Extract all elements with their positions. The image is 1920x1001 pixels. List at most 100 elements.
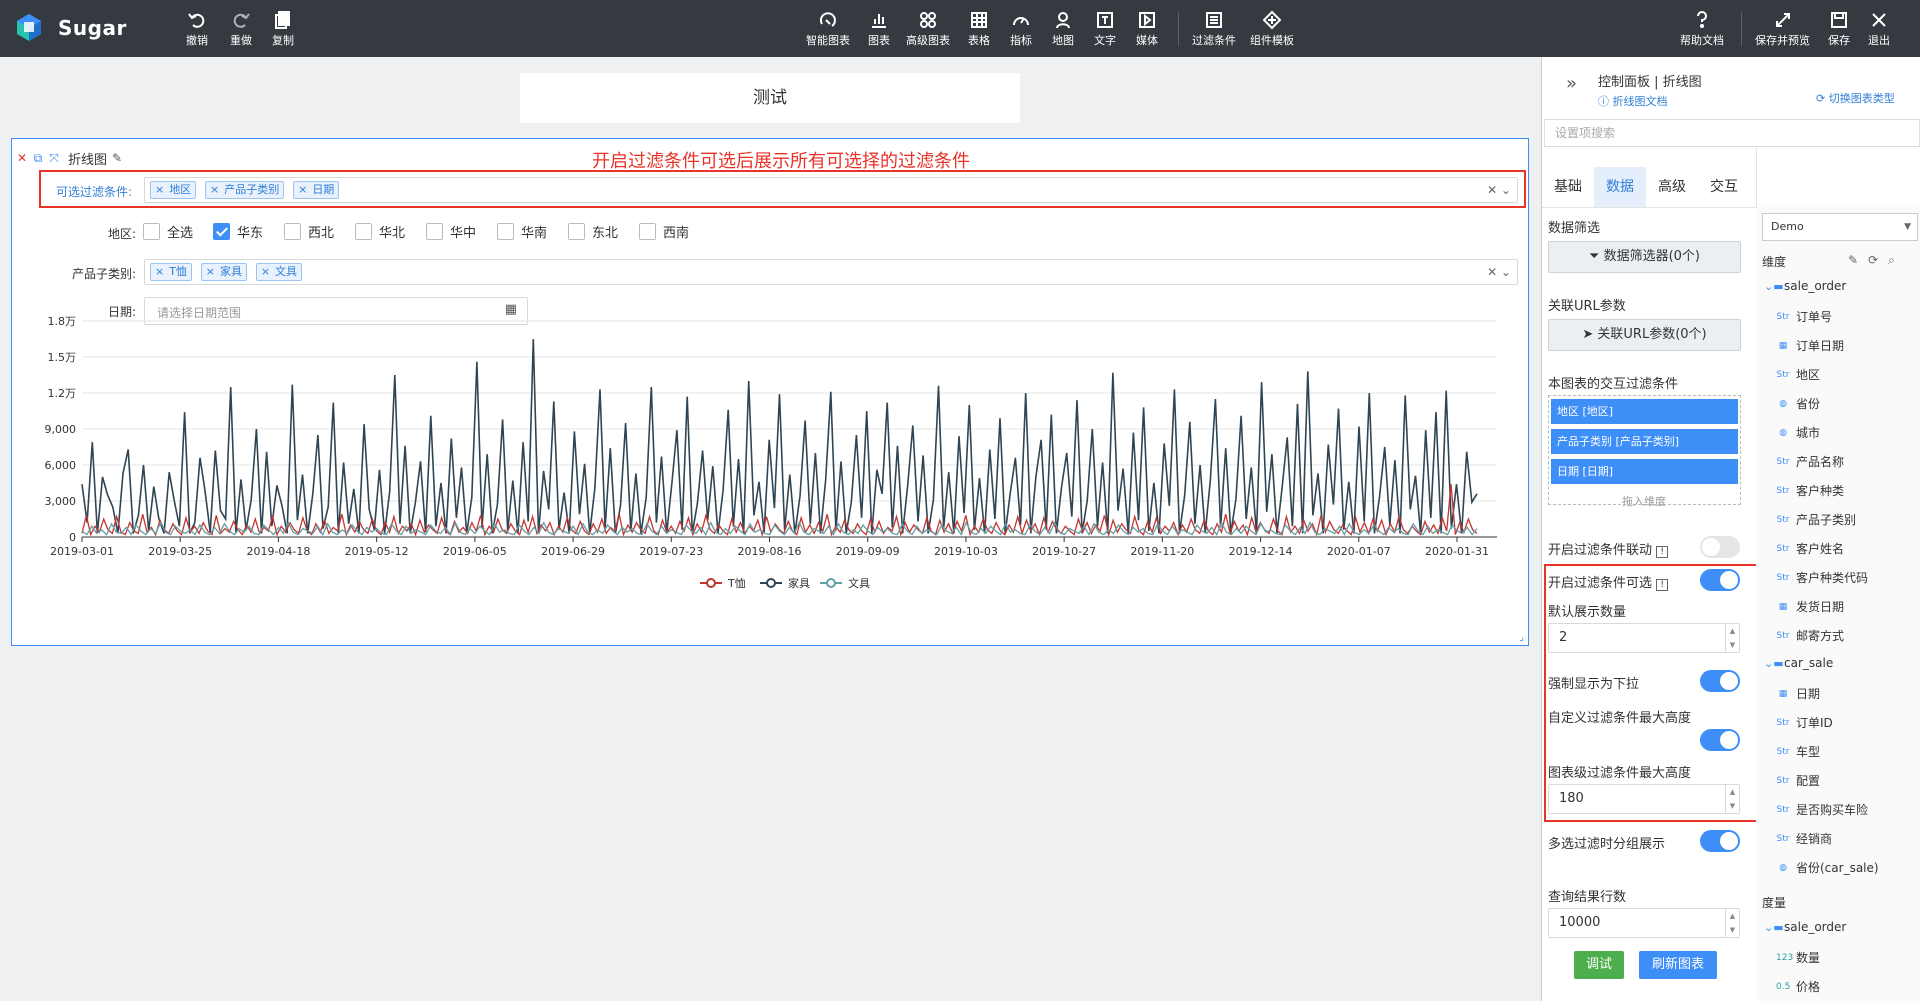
page-title[interactable]: 测试 (520, 73, 1020, 123)
settings-search-input[interactable]: 设置项搜索 (1544, 119, 1920, 147)
dataset-folder[interactable]: ⌄▬ sale_order (1764, 279, 1846, 293)
field-item[interactable]: Str 产品子类别 (1776, 511, 1857, 528)
field-item[interactable]: Str 客户姓名 (1776, 540, 1845, 557)
y-tick-label: 6,000 (45, 459, 77, 472)
edit-pencil-icon[interactable]: ✎ (111, 152, 123, 164)
fullscreen-icon[interactable]: ⤧ (48, 152, 60, 164)
dataset-folder[interactable]: ⌄▬ sale_order (1764, 920, 1846, 934)
collapse-panel-icon[interactable]: » (1566, 73, 1577, 94)
default-count-input[interactable]: 2 ▲ ▼ (1548, 623, 1740, 653)
help-doc-button[interactable]: 帮助文档 (1680, 10, 1724, 50)
result-rows-input[interactable]: 10000 ▲ ▼ (1548, 908, 1740, 938)
string-icon: Str (1776, 485, 1790, 496)
chart-max-height-input[interactable]: 180 ▲ ▼ (1548, 784, 1740, 814)
filter-link-toggle[interactable] (1700, 536, 1740, 558)
media-button[interactable]: 媒体 (1136, 10, 1158, 50)
dataset-folder[interactable]: ⌄▬ car_sale (1764, 656, 1833, 670)
field-name: 订单号 (1796, 310, 1833, 324)
redo-button[interactable]: 重做 (230, 10, 252, 50)
region-option-north[interactable]: 华北 (355, 222, 405, 241)
field-item[interactable]: 0.5 价格 (1776, 978, 1820, 995)
exit-button[interactable]: 退出 (1868, 10, 1890, 50)
tab-advanced[interactable]: 高级 (1646, 167, 1698, 207)
subcategory-select[interactable]: × T恤 × 家具 × 文具 ✕ ⌄ (144, 259, 1518, 285)
line-chart-card[interactable]: ✕ ⧉ ⤧ 折线图 ✎ 开启过滤条件可选后展示所有可选择的过滤条件 可选过滤条件… (11, 138, 1529, 646)
selectable-tag[interactable]: × 地区 (150, 181, 197, 199)
interactive-filter-item[interactable]: 产品子类别 [产品子类别] (1551, 429, 1738, 454)
smart-chart-button[interactable]: 智能图表 (806, 10, 850, 50)
selectable-tag[interactable]: × 日期 (293, 181, 340, 199)
table-button[interactable]: 表格 (968, 10, 990, 50)
region-option-northeast[interactable]: 东北 (568, 222, 618, 241)
clear-chevron-icon[interactable]: ✕ ⌄ (1487, 265, 1511, 279)
field-item[interactable]: ◍ 省份 (1776, 395, 1820, 412)
subcategory-tag[interactable]: × T恤 (150, 263, 192, 281)
tab-data[interactable]: 数据 (1594, 167, 1646, 207)
copy-button[interactable]: 复制 (272, 10, 294, 50)
save-preview-button[interactable]: 保存并预览 (1755, 10, 1810, 50)
custom-max-height-toggle[interactable] (1700, 729, 1740, 751)
multi-group-toggle[interactable] (1700, 830, 1740, 852)
field-tools[interactable]: ✎⟳⌕ (1848, 253, 1905, 268)
field-item[interactable]: Str 订单号 (1776, 308, 1833, 325)
field-item[interactable]: ▦ 发货日期 (1776, 598, 1844, 615)
duplicate-icon[interactable]: ⧉ (32, 152, 44, 164)
field-item[interactable]: Str 邮寄方式 (1776, 627, 1845, 644)
advanced-chart-button[interactable]: 高级图表 (906, 10, 950, 50)
field-item[interactable]: ▦ 订单日期 (1776, 337, 1844, 354)
filter-selectable-toggle[interactable] (1700, 569, 1740, 591)
region-option-south[interactable]: 华南 (497, 222, 547, 241)
save-button[interactable]: 保存 (1828, 10, 1850, 50)
field-item[interactable]: Str 地区 (1776, 366, 1821, 383)
field-item[interactable]: Str 配置 (1776, 772, 1821, 789)
legend-label[interactable]: 文具 (848, 576, 870, 590)
field-item[interactable]: 123 数量 (1776, 949, 1820, 966)
region-option-central[interactable]: 华中 (426, 222, 476, 241)
clear-chevron-icon[interactable]: ✕ ⌄ (1487, 183, 1511, 197)
refresh-chart-button[interactable]: 刷新图表 (1639, 951, 1717, 979)
text-button[interactable]: 文字 (1094, 10, 1116, 50)
resize-handle-icon[interactable]: ⌟ (1519, 632, 1524, 643)
field-item[interactable]: ▦ 日期 (1776, 685, 1820, 702)
field-item[interactable]: Str 客户种类 (1776, 482, 1845, 499)
interactive-filter-item[interactable]: 日期 [日期] (1551, 459, 1738, 484)
field-item[interactable]: Str 经销商 (1776, 830, 1833, 847)
data-filter-button[interactable]: ⏷ 数据筛选器(0个) (1548, 241, 1741, 273)
component-template-button[interactable]: 组件模板 (1250, 10, 1294, 50)
tab-basic[interactable]: 基础 (1542, 167, 1594, 207)
region-option-northwest[interactable]: 西北 (284, 222, 334, 241)
chart-button[interactable]: 图表 (868, 10, 890, 50)
field-item[interactable]: Str 客户种类代码 (1776, 569, 1869, 586)
selectable-filters-select[interactable]: × 地区 × 产品子类别 × 日期 ✕ ⌄ (144, 177, 1518, 203)
tab-interaction[interactable]: 交互 (1698, 167, 1750, 207)
fields-panel: Demo ▼ 维度 ✎⟳⌕ ⌄▬ sale_order Str 订单号 ▦ 订单日期 Str 地… (1756, 207, 1920, 1001)
indicator-button[interactable]: 指标 (1010, 10, 1032, 50)
filter-condition-button[interactable]: 过滤条件 (1192, 10, 1236, 50)
map-button[interactable]: 地图 (1052, 10, 1074, 50)
undo-button[interactable]: 撤销 (186, 10, 208, 50)
force-dropdown-toggle[interactable] (1700, 670, 1740, 692)
field-item[interactable]: Str 订单ID (1776, 714, 1833, 731)
subcategory-tag[interactable]: × 文具 (255, 263, 303, 281)
field-item[interactable]: Str 是否购买车险 (1776, 801, 1869, 818)
interactive-filter-item[interactable]: 地区 [地区] (1551, 399, 1738, 424)
debug-button[interactable]: 调试 (1574, 951, 1624, 979)
delete-icon[interactable]: ✕ (16, 152, 28, 164)
field-item[interactable]: ◍ 省份(car_sale) (1776, 859, 1879, 876)
field-item[interactable]: Str 车型 (1776, 743, 1821, 760)
field-item[interactable]: ◍ 城市 (1776, 424, 1820, 441)
legend-label[interactable]: 家具 (788, 576, 810, 590)
dataset-select[interactable]: Demo ▼ (1762, 213, 1918, 241)
selectable-tag[interactable]: × 产品子类别 (205, 181, 285, 199)
switch-chart-type-link[interactable]: ⟳ 切换图表类型 (1816, 90, 1895, 106)
globe-icon: ◍ (1779, 862, 1787, 873)
spinner-icon: ▲ ▼ (1725, 909, 1739, 937)
region-option-all[interactable]: 全选 (143, 222, 193, 241)
url-param-button[interactable]: ➤ 关联URL参数(0个) (1548, 319, 1741, 351)
region-option-southwest[interactable]: 西南 (639, 222, 689, 241)
subcategory-tag[interactable]: × 家具 (200, 263, 247, 281)
chart-doc-link[interactable]: ⓘ 折线图文档 (1598, 93, 1668, 109)
field-item[interactable]: Str 产品名称 (1776, 453, 1845, 470)
legend-label[interactable]: T恤 (727, 577, 746, 590)
region-option-east[interactable]: 华东 (213, 222, 263, 241)
